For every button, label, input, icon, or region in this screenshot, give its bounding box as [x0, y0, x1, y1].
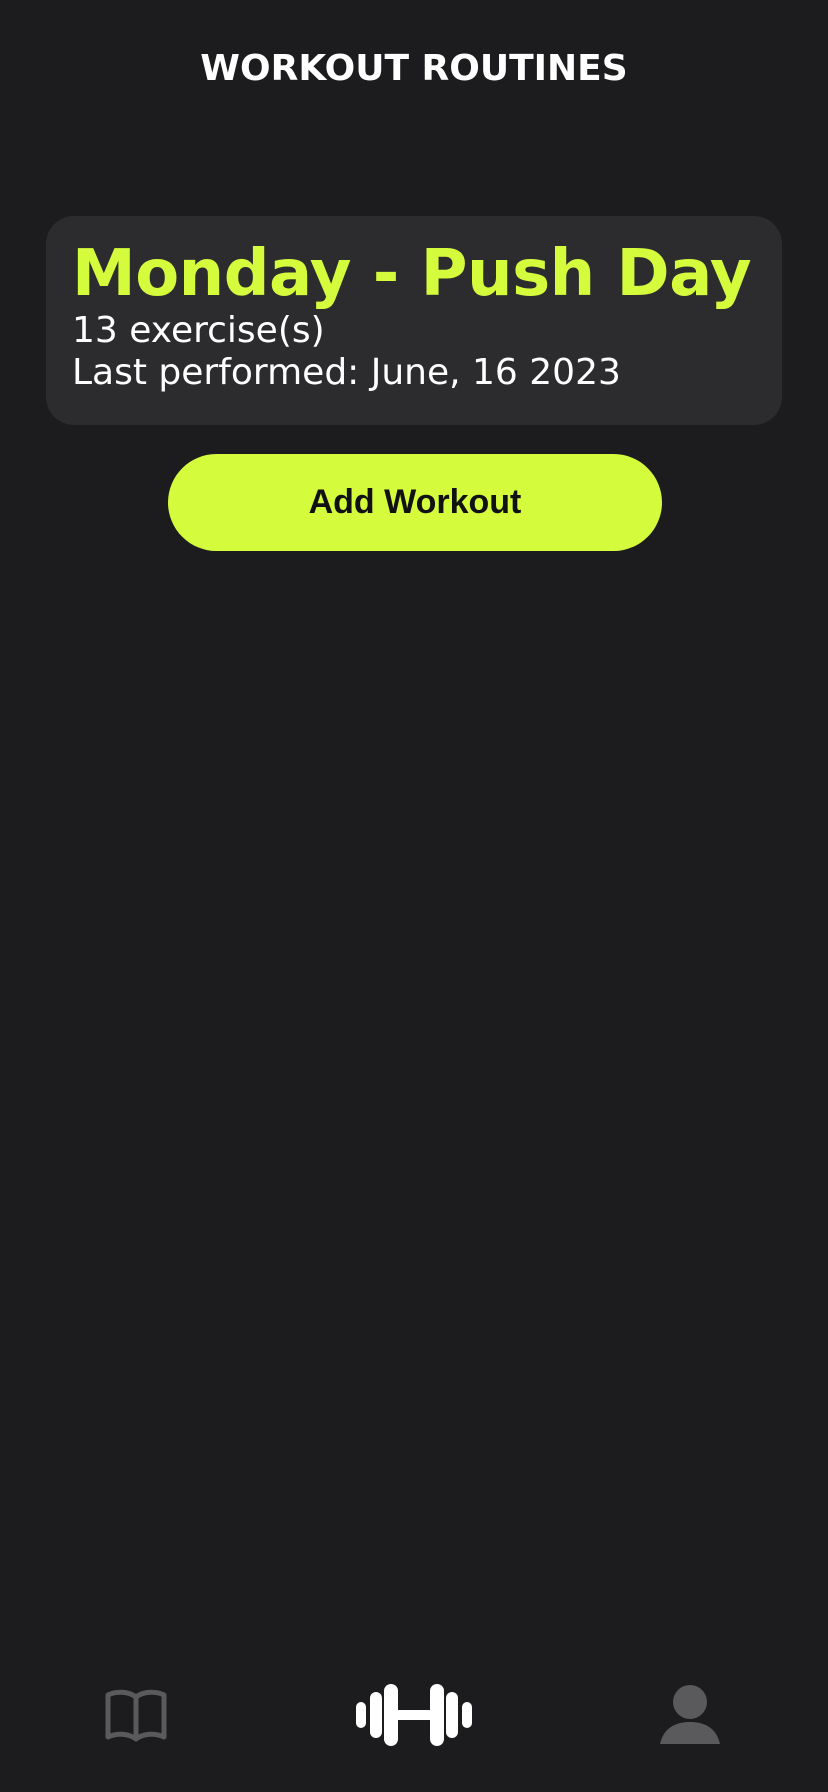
tab-workouts[interactable]	[350, 1660, 478, 1770]
routine-name: Monday - Push Day	[72, 237, 752, 311]
dumbbell-icon	[356, 1684, 472, 1746]
routine-last-performed: Last performed: June, 16 2023	[72, 352, 621, 393]
add-workout-button[interactable]: Add Workout	[168, 454, 662, 551]
routine-exercise-count: 13 exercise(s)	[72, 310, 325, 351]
book-icon	[105, 1689, 167, 1742]
tab-bar	[0, 1660, 828, 1792]
tab-library[interactable]	[88, 1660, 184, 1770]
tab-profile[interactable]	[650, 1660, 730, 1770]
profile-icon	[660, 1685, 720, 1744]
routine-card[interactable]: Monday - Push Day 13 exercise(s) Last pe…	[46, 216, 782, 425]
page-title: WORKOUT ROUTINES	[200, 48, 628, 89]
